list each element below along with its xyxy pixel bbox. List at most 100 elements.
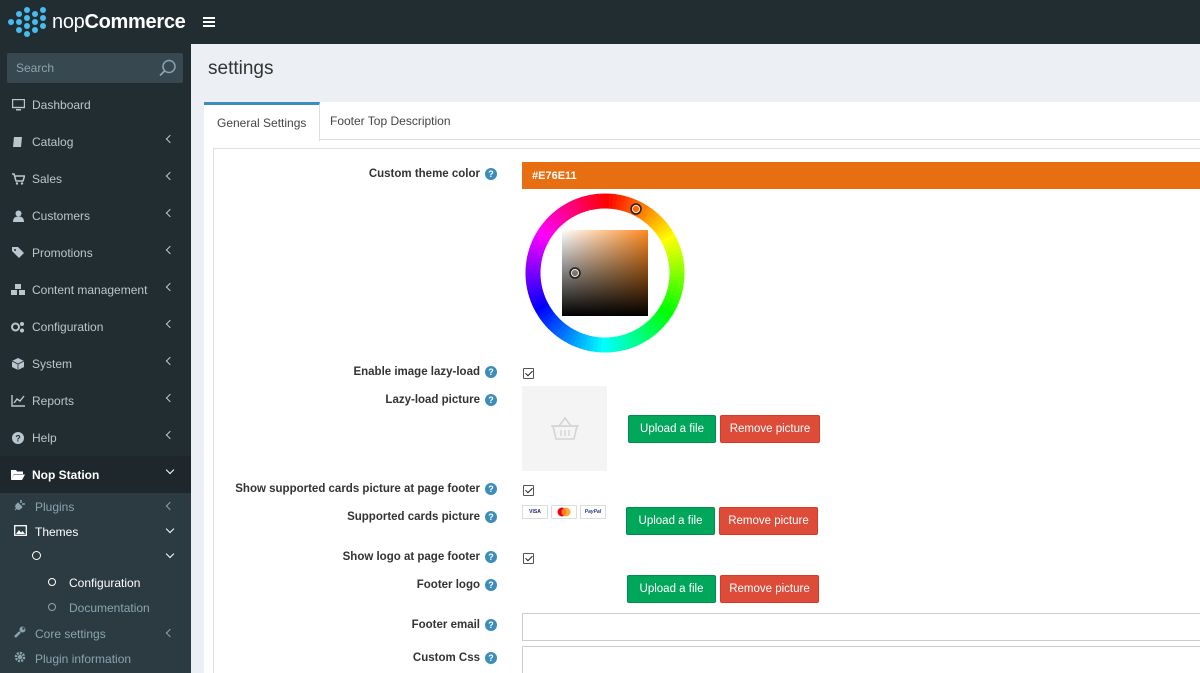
chevron-left-icon [165,430,175,440]
show-cards-label: Show supported cards picture at page foo… [235,483,497,495]
custom-theme-color-label: Custom theme color? [369,168,497,180]
tags-icon [11,246,25,260]
sidebar-item-themes[interactable]: Themes [0,519,191,544]
help-icon[interactable]: ? [485,366,497,378]
mastercard-card-icon [551,505,577,519]
chevron-left-icon [165,628,175,638]
cog-icon [14,651,28,666]
wrench-icon [14,626,28,641]
footer-logo-label: Footer logo? [417,579,497,591]
cube-icon [11,357,25,371]
paypal-card-icon: PayPal [580,505,606,519]
form-row-label: Show supported cards picture at page foo… [214,483,497,499]
circle-icon [48,602,62,614]
circle-icon [32,550,46,563]
lazy-load-picture-label: Lazy-load picture? [385,394,497,406]
help-icon[interactable]: ? [485,168,497,180]
sidebar-item-nop-station[interactable]: Nop Station [0,456,191,493]
settings-form: Custom theme color? #E76E11 Enable image… [213,148,1200,673]
saturation-square-shade [562,230,648,316]
sidebar-item-label: Promotions [32,245,93,260]
help-icon[interactable]: ? [485,394,497,406]
chevron-left-icon [165,501,175,511]
show-logo-checkbox[interactable] [523,553,534,564]
sidebar-item-help[interactable]: ? Help [0,419,191,456]
sidebar-item-plugins[interactable]: Plugins [0,494,191,519]
tab-footer-top-description[interactable]: Footer Top Description [317,102,464,140]
chevron-left-icon [165,208,175,218]
form-row-label: Supported cards picture? [214,511,497,527]
remove-cards-button[interactable]: Remove picture [719,507,818,535]
help-icon[interactable]: ? [485,551,497,563]
remove-lazy-load-button[interactable]: Remove picture [720,415,820,443]
tab-general-settings[interactable]: General Settings [204,102,321,141]
help-icon[interactable]: ? [485,579,497,591]
sidebar: Dashboard Catalog Sales Customers Promot… [0,44,191,673]
form-row-label: Footer logo? [214,579,497,595]
sidebar-item-label: Nop Station [32,467,100,482]
sidebar-item-content-management[interactable]: Content management [0,271,191,308]
footer-email-input[interactable] [522,613,1200,641]
upload-cards-button[interactable]: Upload a file [626,507,715,535]
help-icon[interactable]: ? [485,619,497,631]
enable-lazy-load-checkbox[interactable] [523,368,534,379]
settings-panel: General Settings Footer Top Description … [204,102,1200,673]
sidebar-item-sales[interactable]: Sales [0,160,191,197]
sidebar-item-theme-configuration[interactable]: Configuration [0,570,191,595]
sidebar-item-dashboard[interactable]: Dashboard [0,86,191,123]
remove-footer-logo-button[interactable]: Remove picture [720,575,819,603]
line-chart-icon [11,394,25,408]
sidebar-item-plugin-information[interactable]: Plugin information [0,646,191,671]
help-icon[interactable]: ? [485,511,497,523]
form-row-label: Show logo at page footer? [214,551,497,567]
form-row-label: Custom Css? [214,652,497,668]
custom-css-textarea[interactable] [522,646,1200,673]
sidebar-item-label: Plugin information [35,651,132,666]
sidebar-item-configuration[interactable]: Configuration [0,308,191,345]
folder-open-icon [11,468,25,482]
upload-footer-logo-button[interactable]: Upload a file [627,575,716,603]
form-row-label: Custom theme color? [214,168,497,184]
svg-text:?: ? [15,433,21,443]
sidebar-item-label: Plugins [35,499,75,514]
search-icon[interactable] [159,59,177,77]
question-icon: ? [11,431,25,445]
sidebar-item-label: Reports [32,393,75,408]
search-input[interactable] [7,53,147,83]
chevron-left-icon [165,171,175,181]
color-picker-wheel[interactable] [525,193,685,353]
basket-icon [550,416,579,440]
menu-toggle-icon[interactable] [203,17,215,27]
logo-dots-icon [8,7,48,37]
sidebar-item-core-settings[interactable]: Core settings [0,621,191,646]
custom-theme-color-input[interactable]: #E76E11 [522,162,1200,189]
sidebar-item-label: Dashboard [32,97,91,112]
sidebar-search [7,53,183,83]
sidebar-item-reports[interactable]: Reports [0,382,191,419]
chevron-left-icon [165,245,175,255]
lazy-load-picture-preview [522,386,607,471]
sidebar-item-label: Help [32,430,57,445]
form-row-label: Lazy-load picture? [214,394,497,410]
sidebar-item-label: Customers [32,208,91,223]
sidebar-item-documentation[interactable]: Documentation [0,595,191,620]
show-cards-checkbox[interactable] [523,485,534,496]
chevron-left-icon [165,393,175,403]
footer-email-label: Footer email? [412,619,497,631]
book-icon [11,135,25,149]
help-icon[interactable]: ? [485,652,497,664]
form-row-label: Enable image lazy-load? [214,366,497,382]
upload-lazy-load-button[interactable]: Upload a file [628,415,716,443]
sidebar-item-theme-unnamed[interactable] [0,544,191,569]
chevron-left-icon [165,356,175,366]
chevron-left-icon [165,134,175,144]
custom-css-label: Custom Css? [413,652,497,664]
sidebar-item-customers[interactable]: Customers [0,197,191,234]
sidebar-item-promotions[interactable]: Promotions [0,234,191,271]
cart-icon [11,172,25,186]
help-icon[interactable]: ? [485,483,497,495]
sidebar-item-catalog[interactable]: Catalog [0,123,191,160]
sidebar-item-system[interactable]: System [0,345,191,382]
logo[interactable]: nopCommerce [0,0,191,44]
sidebar-item-label: Configuration [32,319,104,334]
